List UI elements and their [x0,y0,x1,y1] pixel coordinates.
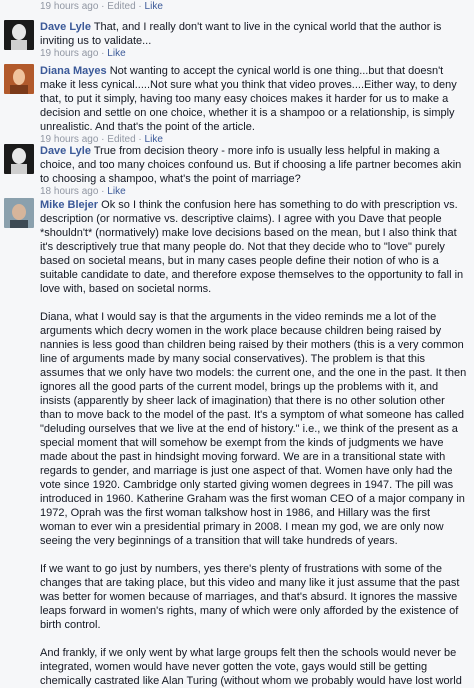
like-link[interactable]: Like [107,48,125,59]
timestamp: 19 hours ago [40,1,99,12]
avatar[interactable] [4,20,34,50]
comment-text: That, and I really don't want to live in… [40,21,442,47]
avatar[interactable] [4,144,34,174]
like-link[interactable]: Like [107,186,125,197]
comment-text-block: Mike Blejer Ok so I think the confusion … [40,198,468,296]
edited-link[interactable]: Edited [107,1,135,12]
comment-paragraph: Diana, what I would say is that the argu… [40,311,467,547]
avatar[interactable] [4,198,34,228]
comment-text: True from decision theory - more info is… [40,145,462,185]
avatar[interactable] [4,64,34,94]
comment-author[interactable]: Mike Blejer [40,199,98,211]
comment-author[interactable]: Diana Mayes [40,65,107,77]
comment-text-block: Dave Lyle True from decision theory - mo… [40,144,468,186]
comment-paragraph: And frankly, if we only went by what lar… [40,647,462,687]
timestamp: 19 hours ago [40,48,99,59]
comment-meta: 19 hours ago · Like [40,48,126,59]
comment-meta: 19 hours ago · Edited · Like [40,1,163,12]
comment-paragraph: If we want to go just by numbers, yes th… [40,563,460,631]
comment-text-block: Diana Mayes Not wanting to accept the cy… [40,64,468,134]
comment-author[interactable]: Dave Lyle [40,21,91,33]
comment-paragraph: Ok so I think the confusion here has som… [40,199,464,295]
like-link[interactable]: Like [145,1,163,12]
comment-text-block: Dave Lyle That, and I really don't want … [40,20,468,48]
comment-meta: 18 hours ago · Like [40,186,126,197]
comment-author[interactable]: Dave Lyle [40,145,91,157]
timestamp: 18 hours ago [40,186,99,197]
